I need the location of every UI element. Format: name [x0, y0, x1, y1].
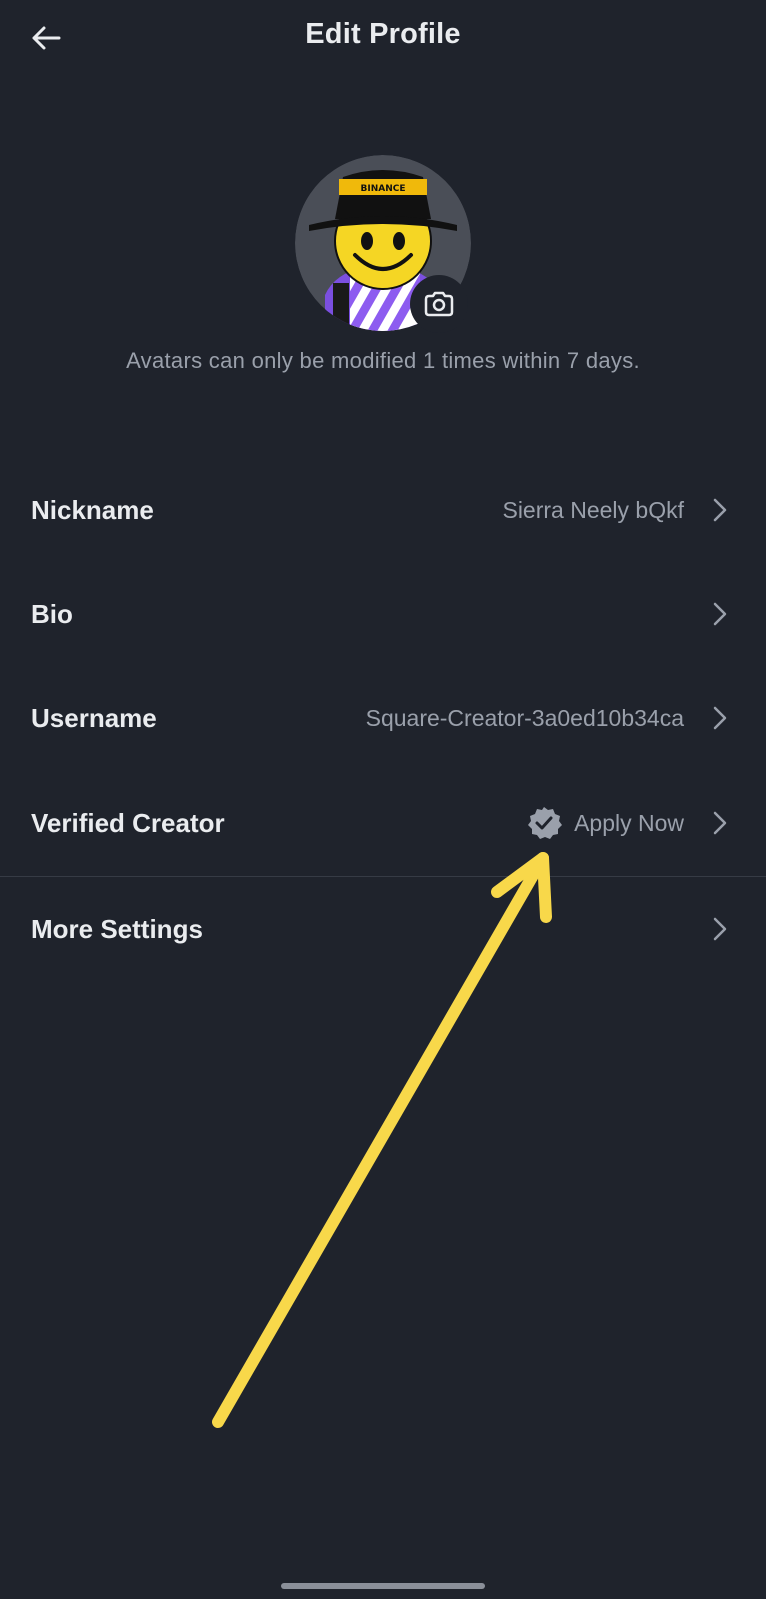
verified-badge-icon — [528, 807, 563, 839]
avatar-limit-note: Avatars can only be modified 1 times wit… — [126, 348, 640, 373]
nickname-value: Sierra Neely bQkf — [502, 497, 684, 523]
change-avatar-button[interactable] — [410, 275, 468, 333]
chevron-right-icon — [713, 917, 727, 941]
verified-creator-value: Apply Now — [526, 771, 684, 875]
username-row[interactable]: Username Square-Creator-3a0ed10b34ca — [0, 666, 766, 770]
nickname-row[interactable]: Nickname Sierra Neely bQkf — [0, 458, 766, 562]
bio-label: Bio — [31, 599, 73, 629]
verified-creator-label: Verified Creator — [31, 808, 225, 838]
bio-row[interactable]: Bio — [0, 562, 766, 666]
page-title: Edit Profile — [305, 18, 461, 50]
camera-icon — [424, 291, 454, 317]
apply-now-text: Apply Now — [574, 809, 684, 836]
avatar-hat-text: BINANCE — [361, 184, 406, 194]
chevron-right-icon — [713, 706, 727, 730]
username-value: Square-Creator-3a0ed10b34ca — [365, 705, 684, 731]
header: Edit Profile — [0, 0, 766, 76]
home-indicator[interactable] — [281, 1583, 485, 1589]
nickname-label: Nickname — [31, 495, 154, 525]
verified-creator-row[interactable]: Verified Creator Apply Now — [0, 771, 766, 875]
chevron-right-icon — [713, 602, 727, 626]
chevron-right-icon — [713, 811, 727, 835]
chevron-right-icon — [713, 498, 727, 522]
username-label: Username — [31, 703, 157, 733]
more-settings-row[interactable]: More Settings — [0, 877, 766, 981]
avatar-container[interactable]: BINANCE — [295, 155, 471, 333]
more-settings-label: More Settings — [31, 914, 203, 944]
